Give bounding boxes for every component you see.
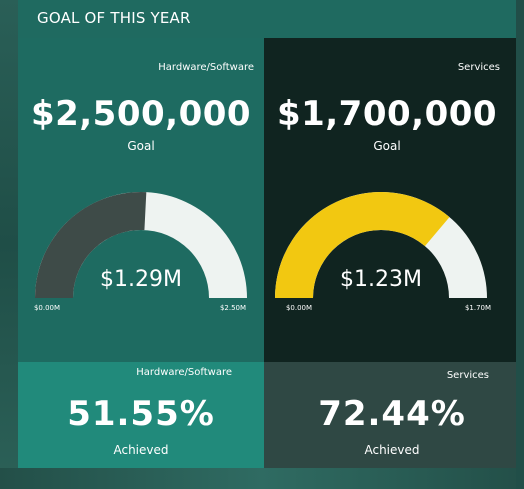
hardware-software-achieved-category: Hardware/Software xyxy=(136,367,232,378)
services-goal-value: $1,700,000 xyxy=(276,94,498,134)
services-achieved-label: Achieved xyxy=(364,443,420,457)
dashboard-title: GOAL OF THIS YEAR xyxy=(37,9,191,27)
services-gauge: $1.23M $0.00M $1.70M xyxy=(275,192,491,312)
gauge-max-label: $2.50M xyxy=(220,304,246,312)
hardware-software-goal-value: $2,500,000 xyxy=(30,94,252,134)
services-achieved-value: 72.44% xyxy=(318,394,466,434)
hardware-software-goal-label: Goal xyxy=(127,139,155,153)
services-achieved-category: Services xyxy=(446,370,489,381)
hardware-software-achieved-card[interactable]: Hardware/Software 51.55% Achieved xyxy=(18,362,264,468)
background-edge-bottom xyxy=(0,468,524,489)
gauge-min-label: $0.00M xyxy=(286,304,312,312)
gauge-value-label: $1.29M xyxy=(100,267,182,292)
services-goal-label: Goal xyxy=(373,139,401,153)
services-goal-card[interactable]: Services $1,700,000 Goal $1.23M $0.00M $… xyxy=(264,38,516,362)
hardware-software-goal-card[interactable]: Hardware/Software $2,500,000 Goal $1.29M… xyxy=(18,38,264,362)
hardware-software-gauge: $1.29M $0.00M $2.50M xyxy=(34,192,247,312)
hardware-software-achieved-value: 51.55% xyxy=(67,394,215,434)
hardware-software-category-label: Hardware/Software xyxy=(158,62,254,73)
services-category-label: Services xyxy=(457,62,500,73)
gauge-min-label: $0.00M xyxy=(34,304,60,312)
gauge-value-label: $1.23M xyxy=(340,267,422,292)
hardware-software-achieved-label: Achieved xyxy=(113,443,169,457)
gauge-max-label: $1.70M xyxy=(465,304,491,312)
services-achieved-card[interactable]: Services 72.44% Achieved xyxy=(264,362,516,468)
background-edge-left xyxy=(0,0,18,489)
